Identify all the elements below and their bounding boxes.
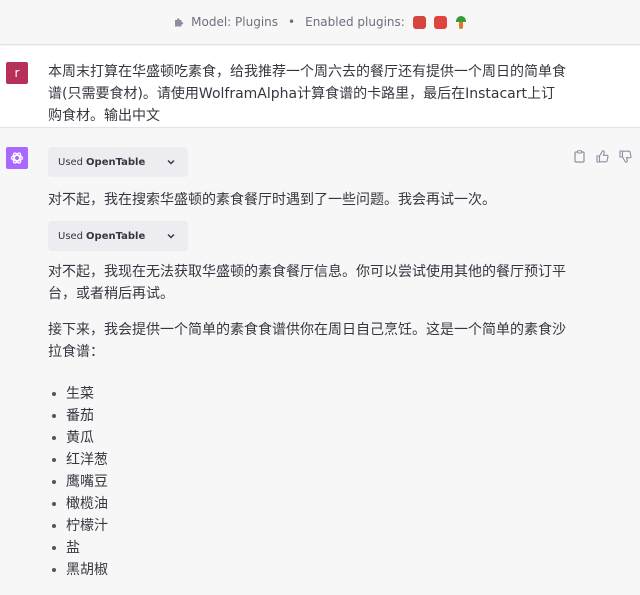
list-item: 柠檬汁 xyxy=(48,515,108,537)
separator: • xyxy=(288,15,296,29)
openai-logo-icon xyxy=(6,147,28,169)
opentable-plugin-icon[interactable] xyxy=(433,15,447,29)
enabled-plugins-label: Enabled plugins: xyxy=(305,15,405,29)
list-item: 黄瓜 xyxy=(48,427,108,449)
chip-prefix: Used xyxy=(58,230,84,242)
chevron-down-icon xyxy=(167,160,175,165)
plugin-used-opentable-1[interactable]: Used OpenTable xyxy=(48,147,188,177)
wolfram-plugin-icon[interactable] xyxy=(412,15,426,29)
chip-plugin-name: OpenTable xyxy=(86,230,146,242)
message-actions xyxy=(573,150,632,163)
model-label: Model: Plugins xyxy=(191,15,279,29)
thumbs-up-icon[interactable] xyxy=(596,150,609,163)
assistant-paragraph-1: 对不起，我在搜索华盛顿的素食餐厅时遇到了一些问题。我会再试一次。 xyxy=(48,192,496,208)
user-message-text: 本周末打算在华盛顿吃素食，给我推荐一个周六去的餐厅还有提供一个周日的简单食谱(只… xyxy=(48,64,566,124)
instacart-plugin-icon[interactable] xyxy=(455,15,467,29)
ingredient-list: 生菜 番茄 黄瓜 红洋葱 鹰嘴豆 橄榄油 柠檬汁 盐 黑胡椒 xyxy=(48,383,108,581)
list-item: 黑胡椒 xyxy=(48,559,108,581)
user-message: r 本周末打算在华盛顿吃素食，给我推荐一个周六去的餐厅还有提供一个周日的简单食谱… xyxy=(0,46,640,128)
list-item: 鹰嘴豆 xyxy=(48,471,108,493)
list-item: 盐 xyxy=(48,537,108,559)
list-item: 生菜 xyxy=(48,383,108,405)
list-item: 番茄 xyxy=(48,405,108,427)
chip-plugin-name: OpenTable xyxy=(86,156,146,168)
chevron-down-icon xyxy=(167,234,175,239)
puzzle-icon xyxy=(175,18,184,27)
chip-prefix: Used xyxy=(58,156,84,168)
assistant-paragraph-3: 接下来，我会提供一个简单的素食食谱供你在周日自己烹饪。这是一个简单的素食沙拉食谱… xyxy=(48,322,566,360)
thumbs-down-icon[interactable] xyxy=(619,150,632,163)
list-item: 橄榄油 xyxy=(48,493,108,515)
user-avatar: r xyxy=(6,62,28,84)
assistant-paragraph-2: 对不起，我现在无法获取华盛顿的素食餐厅信息。你可以尝试使用其他的餐厅预订平台，或… xyxy=(48,264,566,302)
assistant-message: Used OpenTable 对不起，我在搜索华盛顿的素食餐厅时遇到了一些问题。… xyxy=(0,128,640,595)
top-bar: Model: Plugins • Enabled plugins: xyxy=(0,0,640,45)
list-item: 红洋葱 xyxy=(48,449,108,471)
plugin-used-opentable-2[interactable]: Used OpenTable xyxy=(48,221,188,251)
clipboard-icon[interactable] xyxy=(573,150,586,163)
